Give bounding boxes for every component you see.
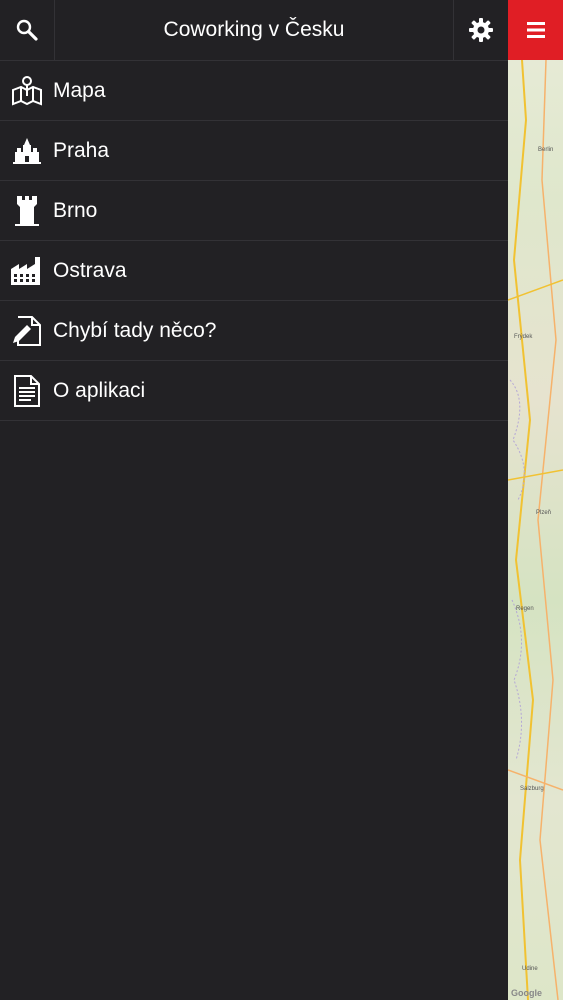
menu-item-mapa[interactable]: Mapa bbox=[0, 61, 508, 121]
menu-item-label: Mapa bbox=[53, 78, 106, 102]
map-label-salzburg: Salzburg bbox=[520, 786, 544, 792]
menu-item-brno[interactable]: Brno bbox=[0, 181, 508, 241]
factory-icon bbox=[0, 256, 53, 285]
map-label-plzen: Plzeň bbox=[536, 510, 552, 516]
tower-icon bbox=[0, 195, 53, 226]
menu-item-o-aplikaci[interactable]: O aplikaci bbox=[0, 361, 508, 421]
search-button[interactable] bbox=[0, 0, 55, 60]
menu-item-label: Ostrava bbox=[53, 258, 127, 282]
menu-item-praha[interactable]: Praha bbox=[0, 121, 508, 181]
menu-item-label: Chybí tady něco? bbox=[53, 318, 217, 342]
menu-item-label: Praha bbox=[53, 138, 110, 162]
document-icon bbox=[0, 374, 53, 407]
menu-item-label: Brno bbox=[53, 198, 98, 222]
navigation-drawer: Coworking v Česku Mapa Praha Brno Ostrav… bbox=[0, 0, 508, 1000]
map-label-udine: Udine bbox=[522, 966, 538, 972]
map-pin-icon bbox=[0, 75, 53, 106]
map-label-regen: Regen bbox=[516, 606, 534, 612]
castle-icon bbox=[0, 137, 53, 164]
menu-toggle-button[interactable] bbox=[508, 0, 563, 60]
map-attribution: Google bbox=[511, 988, 542, 998]
gear-icon bbox=[469, 18, 493, 42]
page-title: Coworking v Česku bbox=[163, 18, 345, 41]
map-roads bbox=[508, 0, 563, 1000]
map-view[interactable]: Berlin Frýdek Plzeň Regen Salzburg Udine… bbox=[508, 0, 563, 1000]
menu-item-ostrava[interactable]: Ostrava bbox=[0, 241, 508, 301]
hamburger-icon bbox=[526, 22, 545, 38]
settings-button[interactable] bbox=[453, 0, 508, 60]
search-icon bbox=[16, 19, 38, 41]
drawer-header: Coworking v Česku bbox=[0, 0, 508, 61]
map-label-berlin: Berlin bbox=[538, 147, 554, 153]
menu-item-label: O aplikaci bbox=[53, 378, 146, 402]
menu-item-chybi[interactable]: Chybí tady něco? bbox=[0, 301, 508, 361]
map-label-frydek: Frýdek bbox=[514, 334, 533, 340]
edit-document-icon bbox=[0, 315, 53, 346]
